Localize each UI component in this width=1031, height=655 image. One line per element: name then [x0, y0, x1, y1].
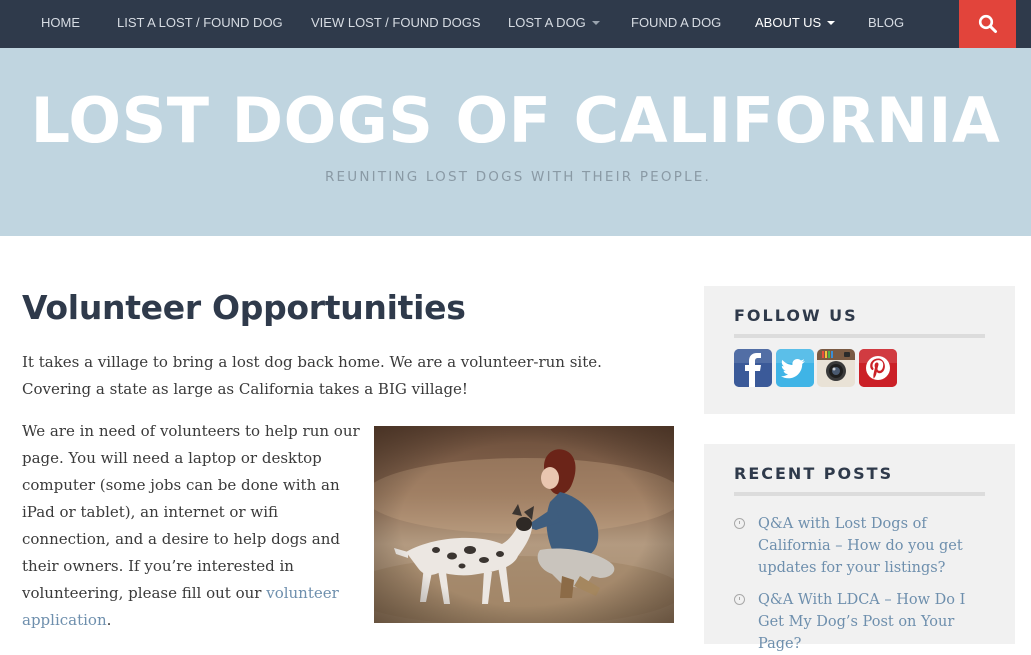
site-title[interactable]: LOST DOGS OF CALIFORNIA [0, 90, 1031, 152]
instagram-icon[interactable] [817, 349, 855, 387]
top-navigation: HOME LIST A LOST / FOUND DOG VIEW LOST /… [0, 0, 1031, 48]
divider [734, 492, 985, 496]
clock-icon [734, 518, 745, 529]
site-tagline: REUNITING LOST DOGS WITH THEIR PEOPLE. [324, 169, 712, 185]
search-icon [978, 14, 997, 33]
page-title: Volunteer Opportunities [22, 288, 466, 327]
clock-icon [734, 594, 745, 605]
twitter-icon[interactable] [776, 349, 814, 387]
recent-post-item[interactable]: Q&A with Lost Dogs of California – How d… [734, 513, 994, 579]
nav-item-label: LOST A DOG [508, 15, 586, 30]
recent-post-link[interactable]: Q&A with Lost Dogs of California – How d… [734, 513, 994, 579]
intro-paragraph: It takes a village to bring a lost dog b… [22, 353, 602, 398]
widget-title-recent-posts: RECENT POSTS [734, 464, 894, 483]
nav-item-blog[interactable]: BLOG [868, 0, 904, 48]
facebook-icon[interactable] [734, 349, 772, 387]
follow-us-widget: FOLLOW US [704, 286, 1015, 414]
woman-with-dog-photo [374, 426, 674, 623]
paragraph-text: We are in need of volunteers to help run… [22, 422, 360, 602]
divider [734, 334, 985, 338]
recent-posts-widget: RECENT POSTS Q&A with Lost Dogs of Calif… [704, 444, 1015, 652]
recent-post-link[interactable]: Q&A With LDCA – How Do I Get My Dog’s Po… [734, 589, 994, 655]
nav-item-home[interactable]: HOME [41, 0, 80, 48]
widget-title-follow-us: FOLLOW US [734, 306, 858, 325]
chevron-down-icon [827, 20, 836, 25]
nav-item-label: ABOUT US [755, 15, 822, 30]
paragraph-end: . [106, 611, 112, 629]
nav-item-about-us[interactable]: ABOUT US [755, 0, 836, 48]
search-button[interactable] [959, 0, 1016, 48]
nav-item-lost-a-dog[interactable]: LOST A DOG [508, 0, 600, 48]
pinterest-icon[interactable] [859, 349, 897, 387]
nav-item-list-lost-found-dog[interactable]: LIST A LOST / FOUND DOG [117, 0, 283, 48]
chevron-down-icon [591, 20, 600, 25]
volunteer-paragraph: We are in need of volunteers to help run… [22, 418, 364, 634]
nav-item-view-lost-found-dogs[interactable]: VIEW LOST / FOUND DOGS [311, 0, 481, 48]
nav-item-found-a-dog[interactable]: FOUND A DOG [631, 0, 721, 48]
site-header: LOST DOGS OF CALIFORNIA REUNITING LOST D… [0, 48, 1031, 236]
recent-post-item[interactable]: Q&A With LDCA – How Do I Get My Dog’s Po… [734, 589, 994, 655]
